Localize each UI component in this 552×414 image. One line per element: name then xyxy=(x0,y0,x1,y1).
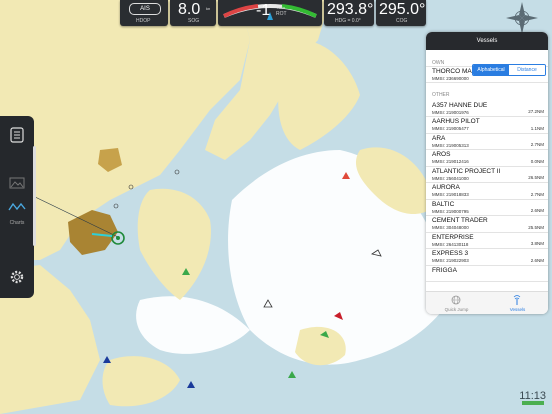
vessel-distance: 2.6NM xyxy=(530,208,544,213)
rot-label: ROT xyxy=(276,11,287,17)
vessel-mmsi: MMSI: 219005313 xyxy=(432,142,469,148)
vessel-mmsi: MMSI: 304048000 xyxy=(432,225,469,230)
cog-value: 295.0° xyxy=(379,1,426,18)
vessel-row[interactable]: ARA MMSI: 219005313 2.7NM xyxy=(426,134,548,150)
toolbar-drag-handle[interactable] xyxy=(33,146,36,246)
vessel-mmsi: MMSI: 256041000 xyxy=(432,175,469,181)
settings-button[interactable] xyxy=(4,266,30,288)
vessel-row[interactable]: FRIGGA xyxy=(426,266,548,282)
vessel-mmsi: MMSI: 219018833 xyxy=(432,192,469,197)
rot-gauge[interactable]: -1 °/min ROT xyxy=(218,0,322,26)
vessel-name: EXPRESS 3 xyxy=(432,250,469,257)
vessel-distance: 26.5NM xyxy=(528,175,544,180)
vessel-row[interactable]: A357 HANNE DUE MMSI: 219001976 27.2NM xyxy=(426,101,548,117)
vessel-mmsi: MMSI: 264130118 xyxy=(432,241,469,247)
vessel-distance: 27.2NM xyxy=(528,109,544,114)
left-toolbar: Charts xyxy=(0,116,36,298)
route-button[interactable] xyxy=(4,196,30,218)
photo-button[interactable] xyxy=(4,172,30,194)
cog-label: COG xyxy=(396,18,408,24)
vessel-mmsi: MMSI: 219005477 xyxy=(432,126,469,131)
vessel-distance: 2.7NM xyxy=(530,142,544,147)
hdg-label: HDG = 0.0° xyxy=(335,18,361,24)
ais-hdop-label: HDOP xyxy=(136,18,151,24)
vessel-mmsi: MMSI: 219012416 xyxy=(432,159,469,164)
cog-gauge[interactable]: 295.0° COG xyxy=(376,0,426,26)
vessel-name: ENTERPRISE xyxy=(432,233,474,241)
charts-label[interactable]: Charts xyxy=(4,216,30,230)
vessel-name: AURORA xyxy=(432,184,460,191)
own-vessel-mmsi: MMSI: 236690000 xyxy=(432,76,469,81)
vessel-list: A357 HANNE DUE MMSI: 219001976 27.2NM AARHU… xyxy=(426,101,548,282)
vessel-distance: 2.7NM xyxy=(530,191,544,197)
vessel-mmsi: MMSI: 219001976 xyxy=(432,109,469,115)
vessel-name: FRIGGA xyxy=(432,266,457,274)
vessel-distance: 2.6NM xyxy=(530,257,544,263)
rot-unit: °/min xyxy=(276,5,286,10)
antenna-icon xyxy=(513,295,521,305)
image-icon xyxy=(9,177,25,189)
vessel-distance: 25.5NM xyxy=(528,224,544,230)
ais-gauge[interactable]: AIS HDOP xyxy=(120,0,168,26)
vessel-row[interactable]: AROS MMSI: 219012416 0.0NM xyxy=(426,150,548,167)
vessel-distance: 0.0NM xyxy=(530,158,544,164)
vessel-row[interactable]: AARHUS PILOT MMSI: 219005477 1.1NM xyxy=(426,117,548,134)
sort-segmented-control: Alphabetical Distance xyxy=(472,64,546,76)
list-button[interactable] xyxy=(4,124,30,146)
globe-icon xyxy=(451,295,461,305)
panel-tab-bar: Quick Jump Vessels xyxy=(426,291,548,314)
tab-vessels[interactable]: Vessels xyxy=(487,292,548,314)
instrument-bar: AIS HDOP 8.0 kn SOG -1 °/min ROT 293.8° … xyxy=(120,0,426,26)
hdg-value: 293.8° xyxy=(327,1,374,18)
sog-unit: kn xyxy=(206,6,211,11)
waveform-icon xyxy=(8,202,26,211)
vessel-name: ARA xyxy=(432,134,446,142)
tab-quick-jump-label: Quick Jump xyxy=(444,307,469,312)
vessel-name: BALTIC xyxy=(432,200,455,208)
vessel-row[interactable]: AURORA MMSI: 219018833 2.7NM xyxy=(426,183,548,200)
vessel-row[interactable]: EXPRESS 3 MMSI: 219022903 2.6NM xyxy=(426,249,548,266)
vessel-row[interactable]: BALTIC MMSI: 219000795 2.6NM xyxy=(426,200,548,216)
sort-alphabetical-button[interactable]: Alphabetical xyxy=(473,65,509,75)
vessel-mmsi: MMSI: 219022903 xyxy=(432,258,469,263)
list-icon xyxy=(10,127,24,143)
vessel-row[interactable]: CEMENT TRADER MMSI: 304048000 25.5NM xyxy=(426,216,548,233)
vessel-distance: 3.8NM xyxy=(530,241,544,246)
panel-title: Vessels xyxy=(426,32,548,50)
vessel-row[interactable]: ATLANTIC PROJECT II MMSI: 256041000 26.5NM xyxy=(426,167,548,183)
vessel-name: CEMENT TRADER xyxy=(432,217,488,224)
vessel-name: ATLANTIC PROJECT II xyxy=(432,167,501,175)
hdg-gauge[interactable]: 293.8° HDG = 0.0° xyxy=(324,0,374,26)
clock-display: 11:13 xyxy=(519,390,546,402)
vessel-mmsi: MMSI: 219000795 xyxy=(432,208,469,214)
sog-gauge[interactable]: 8.0 kn SOG xyxy=(170,0,216,26)
tab-vessels-label: Vessels xyxy=(509,307,526,312)
rot-value: -1 xyxy=(256,2,271,19)
sog-value: 8.0 xyxy=(178,1,201,18)
vessel-name: A357 HANNE DUE xyxy=(432,101,488,109)
vessel-distance: 1.1NM xyxy=(530,125,544,131)
ais-label: AIS xyxy=(129,3,161,15)
tab-quick-jump[interactable]: Quick Jump xyxy=(426,292,487,314)
sort-distance-button[interactable]: Distance xyxy=(509,65,545,75)
vessel-name: AARHUS PILOT xyxy=(432,118,480,125)
vessel-name: AROS xyxy=(432,151,451,158)
vessel-row[interactable]: ENTERPRISE MMSI: 264130118 3.8NM xyxy=(426,233,548,249)
sog-label: SOG xyxy=(188,18,200,24)
gear-icon xyxy=(10,270,24,284)
